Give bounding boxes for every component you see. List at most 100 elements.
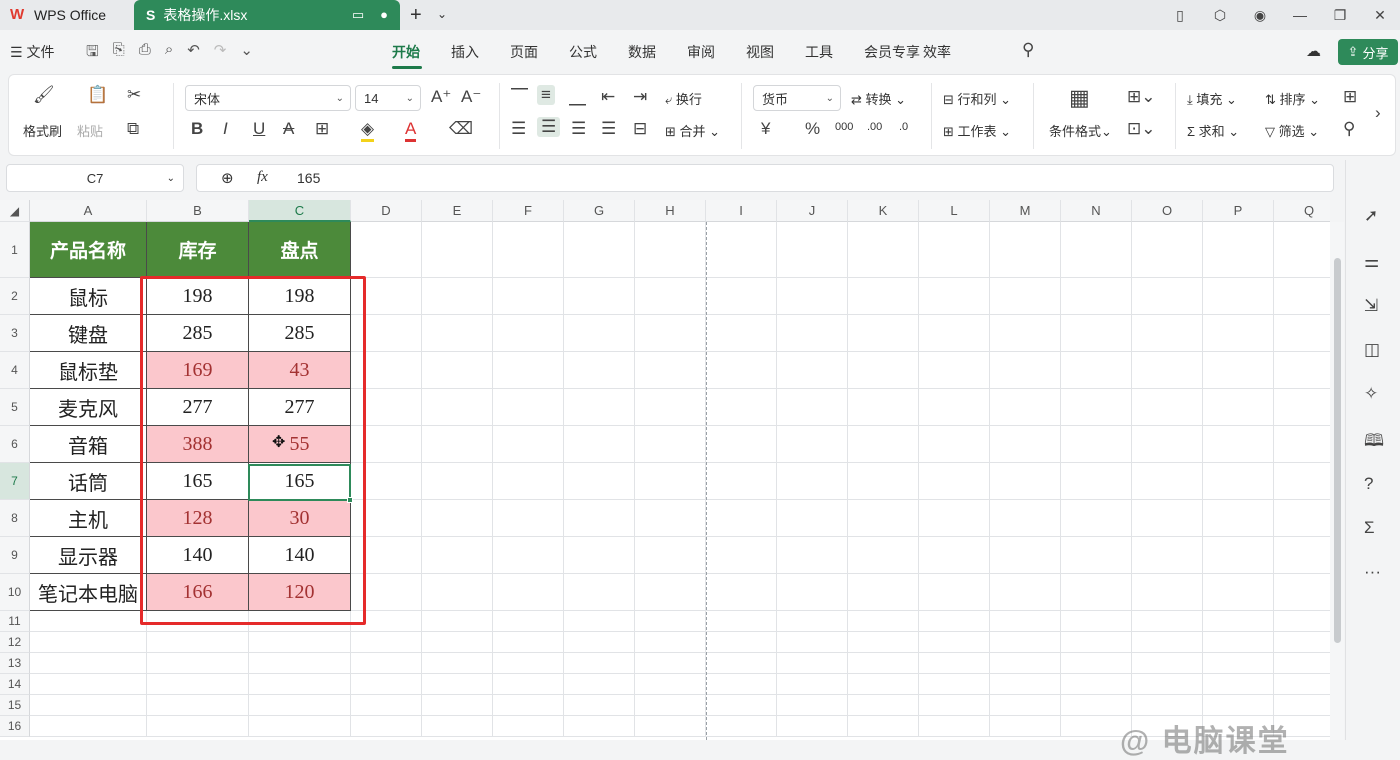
grid-cell[interactable] xyxy=(777,278,848,315)
grid-cell[interactable] xyxy=(1061,278,1132,315)
grid-cell[interactable] xyxy=(919,352,990,389)
grid-cell[interactable] xyxy=(1274,315,1330,352)
grid-cell[interactable] xyxy=(706,315,777,352)
grid-cell[interactable] xyxy=(706,695,777,716)
grid-cell[interactable] xyxy=(706,653,777,674)
grid-cell[interactable] xyxy=(848,352,919,389)
grid-cell[interactable] xyxy=(919,426,990,463)
row-col-button[interactable]: ⊟ 行和列 ⌄ xyxy=(943,89,1011,108)
grid-cell[interactable] xyxy=(919,389,990,426)
grid-cell[interactable] xyxy=(564,611,635,632)
freeze-icon[interactable]: ⊞ xyxy=(1343,87,1357,107)
row-header[interactable]: 12 xyxy=(0,632,30,653)
grid-cell[interactable] xyxy=(706,574,777,611)
decrease-decimal-icon[interactable]: .0 xyxy=(899,121,908,133)
copy-icon[interactable]: ⧉ xyxy=(127,119,139,139)
grid-cell[interactable] xyxy=(422,695,493,716)
grid-cell[interactable] xyxy=(564,653,635,674)
row-header[interactable]: 16 xyxy=(0,716,30,737)
grid-cell[interactable] xyxy=(422,611,493,632)
formula-input[interactable]: ⊕ fx 165 xyxy=(196,164,1334,192)
grid-cell[interactable] xyxy=(1203,574,1274,611)
convert-button[interactable]: ⇄ 转换 ⌄ xyxy=(851,89,906,108)
grid-cell[interactable] xyxy=(30,674,147,695)
column-header[interactable]: F xyxy=(493,200,564,222)
border-icon[interactable]: ⊞ xyxy=(315,119,329,139)
grid-cell[interactable] xyxy=(777,500,848,537)
grid-cell[interactable] xyxy=(147,674,249,695)
grid-cell[interactable] xyxy=(1203,315,1274,352)
grid-cell[interactable] xyxy=(493,389,564,426)
grid-cell[interactable] xyxy=(1132,674,1203,695)
share-button[interactable]: ⇪ 分享 xyxy=(1338,39,1398,65)
grid-cell[interactable] xyxy=(1132,315,1203,352)
grid-cell[interactable] xyxy=(1061,463,1132,500)
grid-cell[interactable] xyxy=(30,695,147,716)
grid-cell[interactable] xyxy=(1061,611,1132,632)
grid-cell[interactable] xyxy=(919,315,990,352)
grid-cell[interactable] xyxy=(919,463,990,500)
grid-cell[interactable] xyxy=(1274,222,1330,278)
help-icon[interactable]: ? xyxy=(1364,474,1373,494)
grid-cell[interactable] xyxy=(777,222,848,278)
grid-cell[interactable] xyxy=(1132,389,1203,426)
grid-cell[interactable] xyxy=(493,500,564,537)
currency-icon[interactable]: ¥ xyxy=(761,119,770,139)
grid-cell[interactable] xyxy=(1203,632,1274,653)
thousands-icon[interactable]: 000 xyxy=(835,121,853,133)
grid-cell[interactable] xyxy=(1132,632,1203,653)
grid-cell[interactable] xyxy=(919,222,990,278)
undo-icon[interactable]: ↶ xyxy=(187,41,200,66)
font-size-select[interactable]: 14 ⌄ xyxy=(355,85,421,111)
grid-cell[interactable] xyxy=(848,500,919,537)
align-middle-icon[interactable]: ≡ xyxy=(537,85,555,105)
grid-cell[interactable] xyxy=(1203,653,1274,674)
name-box[interactable]: C7 ⌄ xyxy=(6,164,184,192)
row-header[interactable]: 14 xyxy=(0,674,30,695)
grid-cell[interactable] xyxy=(422,222,493,278)
grid-cell[interactable] xyxy=(1274,611,1330,632)
grid-cell[interactable] xyxy=(635,389,706,426)
grid-cell[interactable] xyxy=(422,653,493,674)
more-dropdown-icon[interactable]: ⌄ xyxy=(240,41,253,66)
grid-cell[interactable] xyxy=(1274,574,1330,611)
grid-cell[interactable] xyxy=(635,653,706,674)
grid-cell[interactable] xyxy=(564,695,635,716)
grid-cell[interactable] xyxy=(1274,653,1330,674)
grid-cell[interactable] xyxy=(249,653,351,674)
row-header[interactable]: 11 xyxy=(0,611,30,632)
grid-cell[interactable] xyxy=(422,352,493,389)
grid-cell[interactable] xyxy=(1061,537,1132,574)
grid-cell[interactable] xyxy=(1203,278,1274,315)
grid-cell[interactable] xyxy=(635,278,706,315)
tab-1[interactable]: 插入 xyxy=(451,42,510,62)
grid-cell[interactable] xyxy=(30,716,147,737)
grid-cell[interactable] xyxy=(493,674,564,695)
chart-icon[interactable]: ◫ xyxy=(1364,340,1380,360)
grid-cell[interactable] xyxy=(1274,674,1330,695)
grid-cell[interactable] xyxy=(493,222,564,278)
grid-cell[interactable] xyxy=(706,632,777,653)
grid-cell[interactable] xyxy=(635,315,706,352)
tab-9[interactable]: 效率 xyxy=(923,42,982,62)
grid-cell[interactable] xyxy=(777,653,848,674)
file-menu[interactable]: ☰ 文件 xyxy=(10,42,54,62)
conditional-format-button[interactable]: 条件格式⌄ xyxy=(1049,121,1112,140)
unsaved-dot-icon[interactable]: ● xyxy=(380,7,388,23)
column-header[interactable]: P xyxy=(1203,200,1274,222)
column-header[interactable]: G xyxy=(564,200,635,222)
table-cell-name[interactable]: 鼠标垫 xyxy=(30,352,147,389)
grid-cell[interactable] xyxy=(990,574,1061,611)
grid-cell[interactable] xyxy=(635,352,706,389)
grid-cell[interactable] xyxy=(493,352,564,389)
indent-increase-icon[interactable]: ⇥ xyxy=(633,87,647,107)
grid-cell[interactable] xyxy=(564,278,635,315)
grid-cell[interactable] xyxy=(147,695,249,716)
grid-cell[interactable] xyxy=(635,716,706,737)
grid-cell[interactable] xyxy=(919,278,990,315)
grid-cell[interactable] xyxy=(990,315,1061,352)
grid-cell[interactable] xyxy=(706,222,777,278)
fill-color-icon[interactable]: ◈ xyxy=(361,119,375,142)
grid-cell[interactable] xyxy=(1132,574,1203,611)
grid-cell[interactable] xyxy=(422,632,493,653)
